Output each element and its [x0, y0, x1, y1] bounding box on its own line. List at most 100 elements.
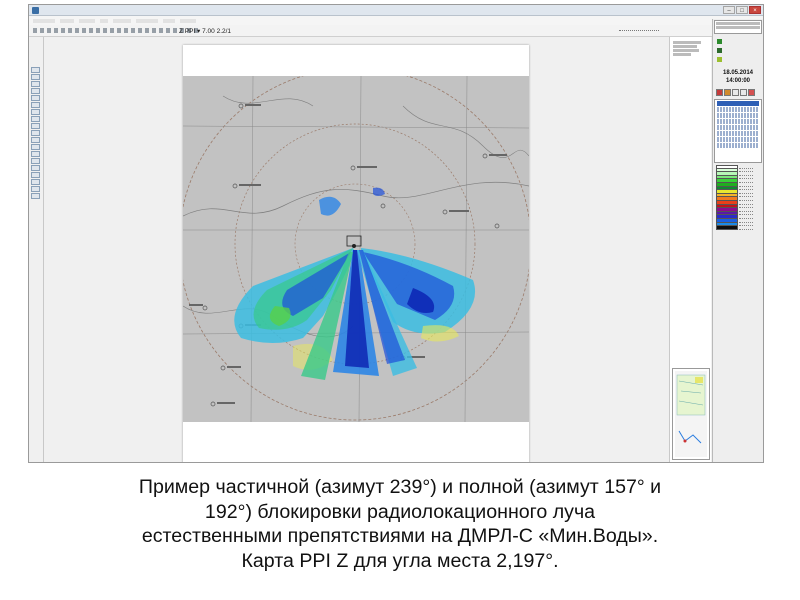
tool-button[interactable] [61, 28, 65, 33]
tool-button[interactable] [138, 28, 142, 33]
playback-controls [717, 39, 722, 62]
tool-button[interactable] [47, 28, 51, 33]
header-line [716, 26, 760, 29]
menu-item[interactable] [79, 19, 95, 23]
side-tool-button[interactable] [31, 193, 40, 199]
side-tool-button[interactable] [31, 130, 40, 136]
action-button[interactable] [716, 89, 723, 96]
action-button[interactable] [724, 89, 731, 96]
info-line [673, 49, 699, 52]
tool-button[interactable] [75, 28, 79, 33]
action-button[interactable] [740, 89, 747, 96]
list-item[interactable] [717, 131, 759, 136]
tool-button[interactable] [68, 28, 72, 33]
tool-button[interactable] [131, 28, 135, 33]
side-tool-button[interactable] [31, 67, 40, 73]
side-tool-button[interactable] [31, 144, 40, 150]
tool-button[interactable] [89, 28, 93, 33]
tool-button[interactable] [166, 28, 170, 33]
tool-button[interactable] [124, 28, 128, 33]
play-icon[interactable] [717, 39, 722, 44]
tool-button[interactable] [54, 28, 58, 33]
menu-item[interactable] [136, 19, 158, 23]
action-button[interactable] [748, 89, 755, 96]
tool-button[interactable] [145, 28, 149, 33]
list-item[interactable] [717, 143, 759, 148]
legend-swatch [716, 226, 738, 230]
side-tool-button[interactable] [31, 95, 40, 101]
tool-button[interactable] [152, 28, 156, 33]
color-legend [716, 165, 738, 230]
side-tool-button[interactable] [31, 109, 40, 115]
radar-app-window: – □ × Z PPI ▾ 7.00 2.2/1 18.05.2014 14:0… [28, 4, 764, 463]
scan-list[interactable] [714, 99, 762, 163]
side-tool-button[interactable] [31, 151, 40, 157]
panel-header [714, 20, 762, 34]
side-tool-button[interactable] [31, 88, 40, 94]
tool-button[interactable] [96, 28, 100, 33]
step-icon[interactable] [717, 57, 722, 62]
toolbar-buttons [33, 28, 198, 33]
side-tool-button[interactable] [31, 116, 40, 122]
menu-item[interactable] [33, 19, 55, 23]
panel-divider [43, 37, 44, 462]
side-tool-button[interactable] [31, 137, 40, 143]
caption-line: 192°) блокировки радиолокационного луча [204, 500, 596, 523]
menu-bar [29, 16, 763, 25]
map-document-page [183, 45, 529, 462]
control-panel: 18.05.2014 14:00:00 [712, 19, 763, 462]
overview-map[interactable] [672, 368, 710, 460]
tool-button[interactable] [117, 28, 121, 33]
caption-line: Карта PPI Z для угла места 2,197°. [241, 549, 559, 572]
side-tool-button[interactable] [31, 165, 40, 171]
color-legend-labels [739, 165, 753, 230]
side-tool-button[interactable] [31, 81, 40, 87]
stop-icon[interactable] [717, 48, 722, 53]
minimize-icon[interactable]: – [723, 6, 735, 14]
title-bar: – □ × [29, 5, 763, 16]
tool-button[interactable] [82, 28, 86, 33]
side-tool-button[interactable] [31, 102, 40, 108]
scan-time: 18.05.2014 14:00:00 [722, 70, 754, 84]
tool-button[interactable] [110, 28, 114, 33]
list-item[interactable] [717, 125, 759, 130]
tool-button[interactable] [33, 28, 37, 33]
info-line [673, 53, 691, 56]
maximize-icon[interactable]: □ [736, 6, 748, 14]
window-controls: – □ × [723, 6, 761, 14]
side-tool-button[interactable] [31, 172, 40, 178]
list-item[interactable] [717, 107, 759, 112]
menu-item[interactable] [60, 19, 74, 23]
tool-button[interactable] [173, 28, 177, 33]
tool-button[interactable] [40, 28, 44, 33]
tool-button[interactable] [103, 28, 107, 33]
menu-item[interactable] [163, 19, 175, 23]
list-item[interactable] [717, 137, 759, 142]
toolbar-separator [619, 30, 659, 32]
list-item[interactable] [717, 101, 759, 106]
action-button[interactable] [732, 89, 739, 96]
side-tool-button[interactable] [31, 186, 40, 192]
menu-item[interactable] [100, 19, 108, 23]
ppi-radar-map[interactable] [183, 76, 529, 422]
caption-line: естественными препятствиями на ДМРЛ-С «М… [141, 525, 659, 547]
list-item[interactable] [717, 119, 759, 124]
side-tool-button[interactable] [31, 74, 40, 80]
product-readout[interactable]: Z PPI ▾ 7.00 2.2/1 [179, 27, 231, 35]
side-tool-button[interactable] [31, 123, 40, 129]
info-panel [669, 37, 711, 462]
caption-line: Пример частичной (азимут 239°) и полной … [138, 476, 662, 498]
list-item[interactable] [717, 113, 759, 118]
side-tool-button[interactable] [31, 158, 40, 164]
slide-caption: Пример частичной (азимут 239°) и полной … [10, 475, 790, 573]
overview-map-graphic [675, 371, 707, 457]
app-icon [32, 7, 39, 14]
close-icon[interactable]: × [749, 6, 761, 14]
side-tool-button[interactable] [31, 179, 40, 185]
header-line [716, 22, 760, 25]
tool-button[interactable] [159, 28, 163, 33]
left-tool-strip [31, 67, 40, 199]
info-line [673, 41, 701, 44]
menu-item[interactable] [180, 19, 196, 23]
menu-item[interactable] [113, 19, 131, 23]
